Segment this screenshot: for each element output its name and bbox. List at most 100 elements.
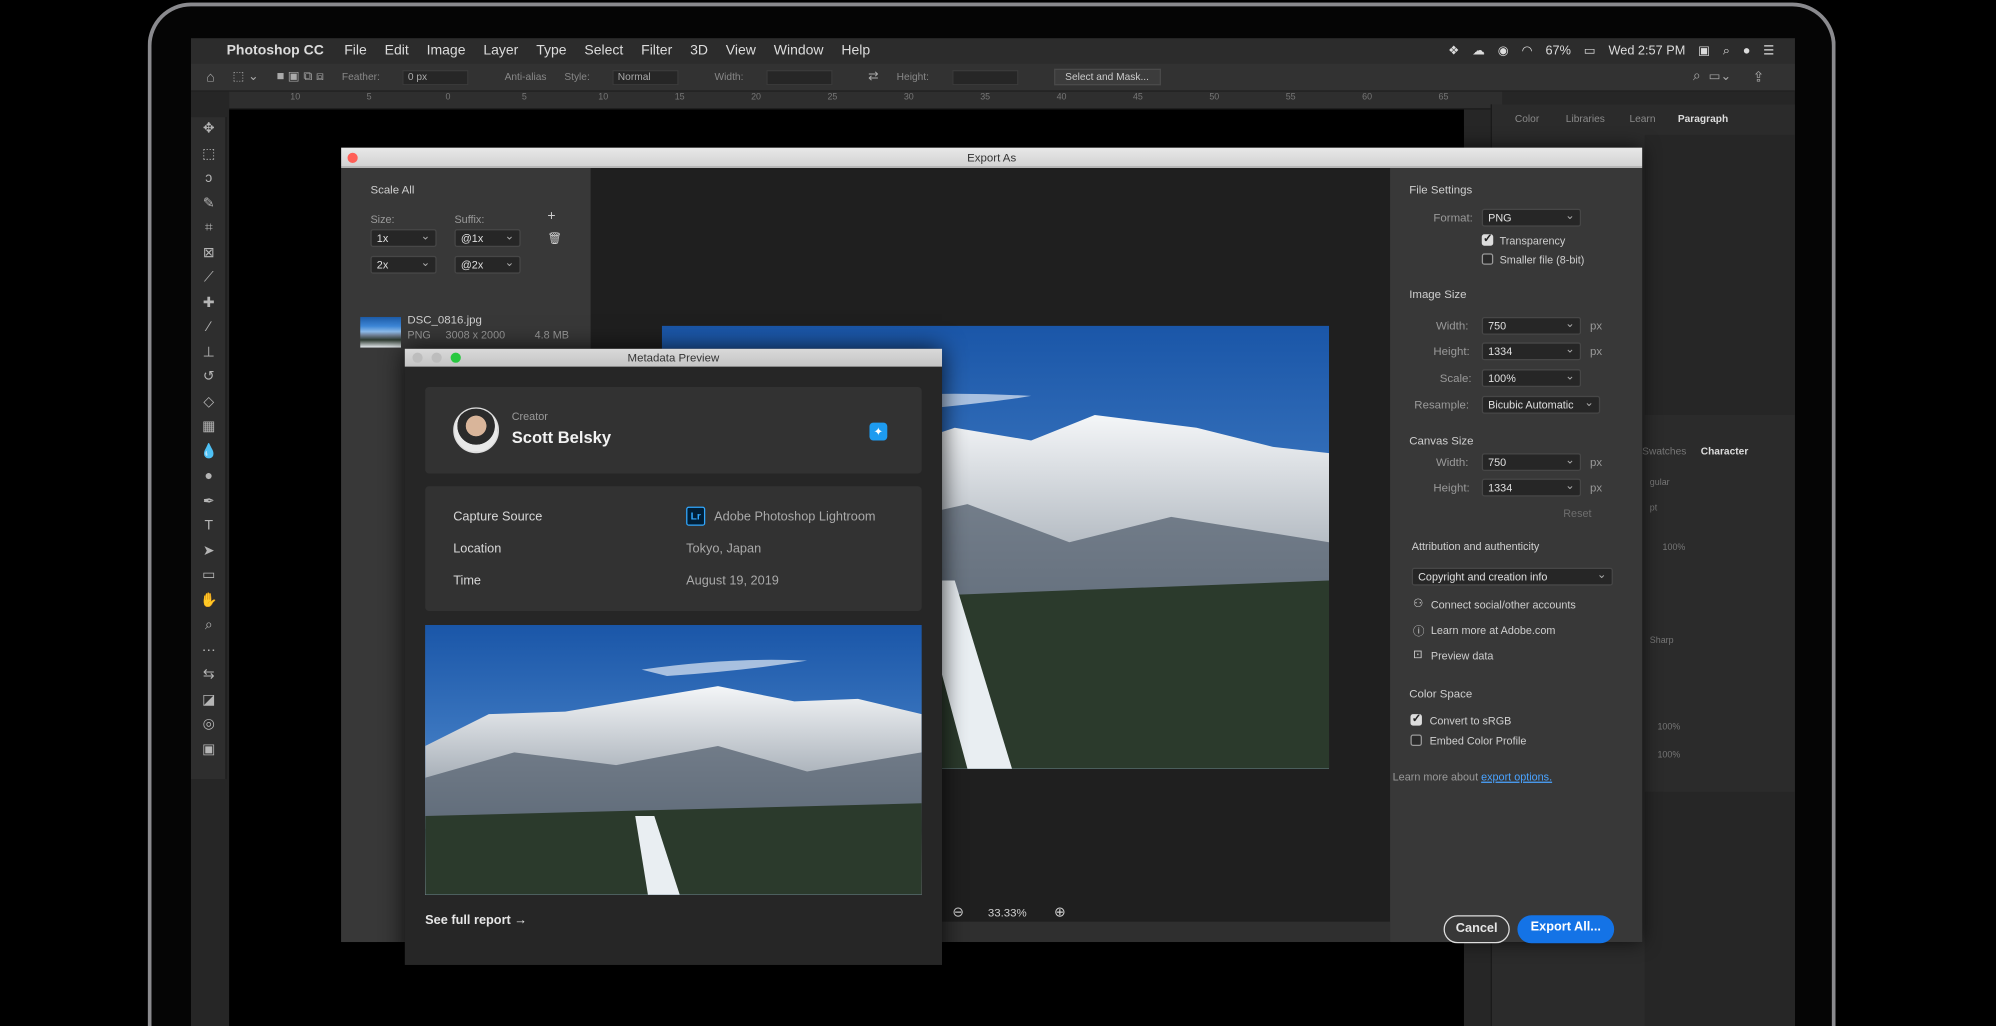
width-input[interactable] <box>766 69 833 85</box>
screen-mode-icon[interactable]: ▣ <box>191 738 227 763</box>
zoom-tool-icon[interactable]: ⌕ <box>191 614 227 639</box>
opacity-field[interactable]: 100% <box>1657 723 1680 732</box>
canvas-height-input[interactable]: 1334 <box>1481 477 1582 497</box>
zoom-in-icon[interactable]: ⊕ <box>1054 904 1066 920</box>
learn-more-adobe-link[interactable]: Learn more at Adobe.com <box>1431 624 1556 637</box>
select-and-mask-button[interactable]: Select and Mask... <box>1053 68 1161 86</box>
preview-data-link[interactable]: Preview data <box>1431 649 1494 662</box>
zoom-out-icon[interactable]: ⊖ <box>952 904 964 920</box>
type-tool-icon[interactable]: T <box>191 514 227 539</box>
move-tool-icon[interactable]: ✥ <box>191 117 227 142</box>
dropbox-icon[interactable]: ❖ <box>1448 44 1459 58</box>
battery-level[interactable]: 67% <box>1545 44 1570 58</box>
export-options-link[interactable]: export options. <box>1481 770 1552 783</box>
workspace-icon[interactable]: ▭⌄ <box>1709 70 1732 84</box>
menu-help[interactable]: Help <box>841 43 870 58</box>
eyedropper-tool-icon[interactable]: ⟋ <box>191 266 227 291</box>
menu-file[interactable]: File <box>344 43 367 58</box>
selection-mode-icons[interactable]: ■ ▣ ⧉ ⧈ <box>277 70 325 84</box>
window-minimize-button[interactable] <box>431 352 442 363</box>
history-brush-tool-icon[interactable]: ↺ <box>191 365 227 390</box>
twitter-icon[interactable]: ✦ <box>869 422 888 441</box>
font-style-field[interactable]: gular <box>1650 479 1670 488</box>
more-tools-icon[interactable]: ⋯ <box>191 638 227 663</box>
connect-accounts-link[interactable]: Connect social/other accounts <box>1431 598 1576 611</box>
notification-list-icon[interactable]: ☰ <box>1763 44 1774 58</box>
scale-size-select-1[interactable]: 1x <box>370 228 437 247</box>
blur-tool-icon[interactable]: 💧 <box>191 440 227 465</box>
reset-button[interactable]: Reset <box>1563 507 1591 520</box>
scale-suffix-select-1[interactable]: @1x <box>454 228 521 247</box>
file-name[interactable]: DSC_0816.jpg <box>407 313 482 326</box>
format-select[interactable]: PNG <box>1481 207 1582 227</box>
user-avatar-icon[interactable]: ● <box>1743 44 1751 58</box>
cancel-button[interactable]: Cancel <box>1443 915 1510 944</box>
stamp-tool-icon[interactable]: ⊥ <box>191 341 227 366</box>
quick-select-tool-icon[interactable]: ✎ <box>191 192 227 217</box>
export-all-button[interactable]: Export All... <box>1517 915 1615 944</box>
scale-size-select-2[interactable]: 2x <box>370 255 437 274</box>
tab-learn[interactable]: Learn <box>1629 113 1655 124</box>
hand-tool-icon[interactable]: ✋ <box>191 589 227 614</box>
tab-libraries[interactable]: Libraries <box>1566 113 1605 124</box>
delete-scale-icon[interactable]: 🗑 <box>547 232 562 246</box>
transparency-checkbox[interactable] <box>1481 232 1494 246</box>
scale-select[interactable]: 100% <box>1481 368 1582 387</box>
file-thumbnail[interactable] <box>360 316 401 348</box>
smaller-file-checkbox[interactable] <box>1481 253 1494 265</box>
eraser-tool-icon[interactable]: ◇ <box>191 390 227 415</box>
color-swatches-icon[interactable]: ◪ <box>191 688 227 713</box>
sync-icon[interactable]: ◉ <box>1498 44 1509 58</box>
wifi-icon[interactable]: ◠ <box>1522 44 1533 58</box>
home-icon[interactable]: ⌂ <box>206 69 214 84</box>
convert-srgb-checkbox[interactable] <box>1410 712 1422 726</box>
menu-layer[interactable]: Layer <box>483 43 518 58</box>
swap-colors-icon[interactable]: ⇆ <box>191 663 227 688</box>
menu-image[interactable]: Image <box>427 43 466 58</box>
pen-tool-icon[interactable]: ✒ <box>191 489 227 514</box>
fill-field[interactable]: 100% <box>1657 751 1680 760</box>
antialias-field[interactable]: Sharp <box>1650 637 1674 646</box>
brush-tool-icon[interactable]: ∕ <box>191 316 227 341</box>
height-input[interactable] <box>951 69 1019 85</box>
window-close-button[interactable] <box>412 352 423 363</box>
tab-swatches[interactable]: Swatches <box>1642 446 1686 457</box>
clock[interactable]: Wed 2:57 PM <box>1608 44 1685 58</box>
share-icon[interactable]: ⇪ <box>1753 69 1765 85</box>
gradient-tool-icon[interactable]: ▦ <box>191 415 227 440</box>
canvas-width-input[interactable]: 750 <box>1481 452 1582 472</box>
menu-type[interactable]: Type <box>536 43 566 58</box>
tab-paragraph[interactable]: Paragraph <box>1678 113 1728 124</box>
shape-tool-icon[interactable]: ▭ <box>191 564 227 589</box>
lasso-tool-icon[interactable]: ↄ <box>191 167 227 192</box>
see-full-report-link[interactable]: See full report → <box>425 914 527 928</box>
image-width-input[interactable]: 750 <box>1481 316 1582 335</box>
tab-color[interactable]: Color <box>1515 113 1539 124</box>
cloud-icon[interactable]: ☁ <box>1472 44 1485 58</box>
marquee-tool-icon[interactable]: ⬚ ⌄ <box>233 70 259 84</box>
resample-select[interactable]: Bicubic Automatic <box>1481 395 1601 414</box>
swap-icon[interactable]: ⇄ <box>868 70 879 84</box>
menu-select[interactable]: Select <box>584 43 623 58</box>
font-size-field[interactable]: pt <box>1650 504 1657 513</box>
menu-3d[interactable]: 3D <box>690 43 708 58</box>
menu-filter[interactable]: Filter <box>641 43 672 58</box>
scale-suffix-select-2[interactable]: @2x <box>454 255 521 274</box>
style-select[interactable]: Normal <box>612 69 679 85</box>
marquee-tool-icon[interactable]: ⬚ <box>191 142 227 167</box>
spotlight-search-icon[interactable]: ⌕ <box>1723 44 1730 58</box>
app-name[interactable]: Photoshop CC <box>227 43 324 58</box>
image-height-input[interactable]: 1334 <box>1481 341 1582 361</box>
feather-input[interactable]: 0 px <box>402 69 469 85</box>
menu-edit[interactable]: Edit <box>385 43 409 58</box>
search-icon[interactable]: ⌕ <box>1693 69 1701 86</box>
dialog-close-button[interactable] <box>347 152 358 163</box>
attribution-select[interactable]: Copyright and creation info <box>1411 566 1613 586</box>
vertical-scale-field[interactable]: 100% <box>1663 544 1686 553</box>
add-scale-icon[interactable]: + <box>547 209 555 224</box>
frame-tool-icon[interactable]: ⊠ <box>191 241 227 266</box>
menu-view[interactable]: View <box>726 43 756 58</box>
menu-window[interactable]: Window <box>774 43 824 58</box>
embed-profile-checkbox[interactable] <box>1410 734 1422 746</box>
healing-brush-tool-icon[interactable]: ✚ <box>191 291 227 316</box>
